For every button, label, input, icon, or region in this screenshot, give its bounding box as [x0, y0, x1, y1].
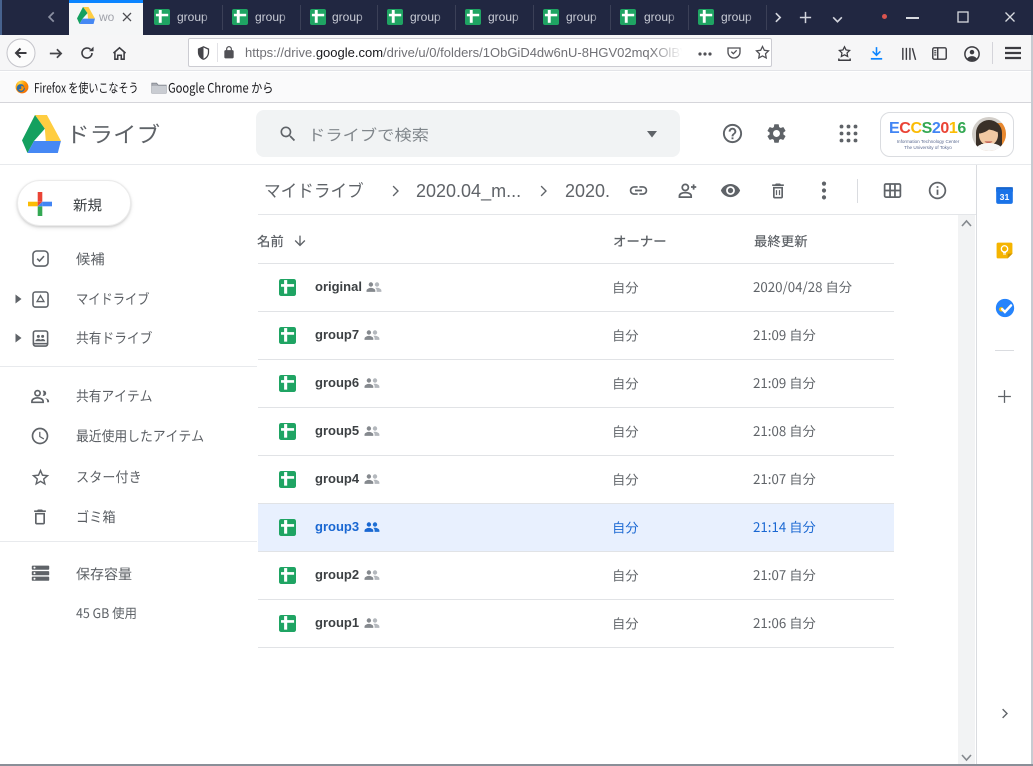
svg-text:31: 31	[1000, 192, 1010, 202]
